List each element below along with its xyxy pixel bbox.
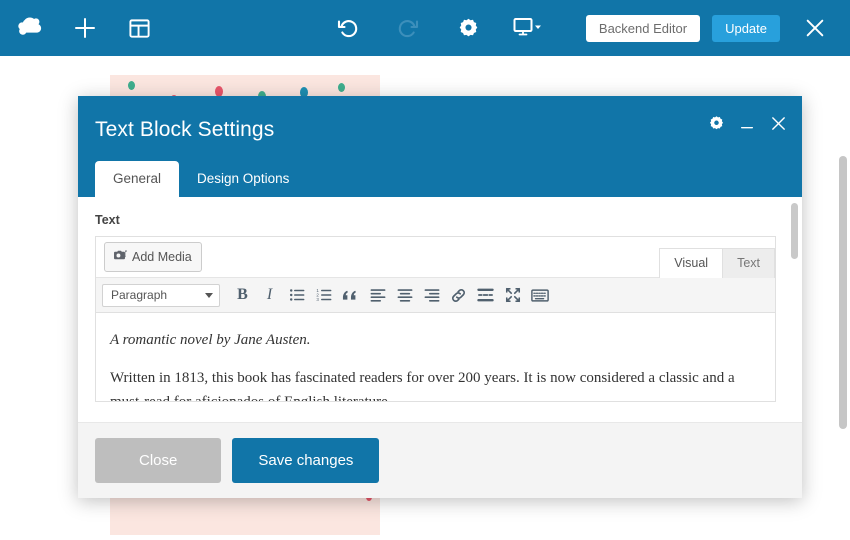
read-more-icon[interactable] <box>473 283 498 307</box>
gear-icon[interactable] <box>451 11 485 45</box>
close-button[interactable]: Close <box>95 438 222 483</box>
add-media-label: Add Media <box>132 249 192 264</box>
tab-general[interactable]: General <box>95 160 180 197</box>
redo-arrow-icon[interactable] <box>391 11 425 45</box>
format-toolbar: Paragraph B I 1 2 3 <box>96 278 775 313</box>
align-left-icon[interactable] <box>365 283 390 307</box>
modal-body: Text Add Media Visual Text Paragraph B I… <box>78 197 802 422</box>
svg-text:3: 3 <box>316 297 319 302</box>
undo-arrow-icon[interactable] <box>331 11 365 45</box>
minimize-dash-icon[interactable] <box>737 112 757 134</box>
tab-visual[interactable]: Visual <box>659 247 724 278</box>
screen-root: Backend Editor Update Text Block Setting… <box>0 0 850 540</box>
media-camera-note-icon <box>112 248 127 266</box>
editor-top-bar: Add Media Visual Text <box>96 237 775 278</box>
wp-editor: Add Media Visual Text Paragraph B I 1 2 … <box>95 236 776 402</box>
fullscreen-icon[interactable] <box>500 283 525 307</box>
confetti-dot <box>128 81 135 90</box>
tab-text[interactable]: Text <box>722 247 775 278</box>
close-x-icon[interactable] <box>768 112 788 134</box>
numbered-list-icon[interactable]: 1 2 3 <box>311 283 336 307</box>
modal-footer: Close Save changes <box>78 422 802 498</box>
toolbar-right-group: Backend Editor Update <box>585 11 850 45</box>
wpbakery-cloud-logo-icon[interactable] <box>14 11 48 45</box>
frontend-editor-toolbar: Backend Editor Update <box>0 0 850 56</box>
text-block-settings-modal: Text Block Settings General Design Optio… <box>78 96 802 498</box>
add-media-button[interactable]: Add Media <box>104 242 202 272</box>
confetti-dot <box>338 83 345 92</box>
modal-header: Text Block Settings General Design Optio… <box>78 96 802 197</box>
bulleted-list-icon[interactable] <box>284 283 309 307</box>
toolbar-center-group <box>331 11 545 45</box>
insert-link-icon[interactable] <box>446 283 471 307</box>
modal-header-actions <box>706 112 788 134</box>
editor-content-area[interactable]: A romantic novel by Jane Austen. Written… <box>96 313 775 401</box>
paragraph-format-value: Paragraph <box>111 288 168 302</box>
backend-editor-button[interactable]: Backend Editor <box>585 14 701 42</box>
italic-icon[interactable]: I <box>257 283 282 307</box>
monitor-icon[interactable] <box>511 11 545 45</box>
save-changes-button[interactable]: Save changes <box>232 438 380 483</box>
modal-tabs: General Design Options <box>95 160 307 198</box>
layout-grid-icon[interactable] <box>122 11 156 45</box>
chevron-down-icon <box>535 25 541 29</box>
modal-title: Text Block Settings <box>95 118 275 141</box>
toolbar-left-group <box>0 11 156 45</box>
plus-icon[interactable] <box>68 11 102 45</box>
page-scrollbar-track[interactable] <box>836 56 850 540</box>
chevron-down-icon <box>205 292 213 298</box>
paragraph-format-select[interactable]: Paragraph <box>102 283 220 307</box>
bold-icon[interactable]: B <box>230 283 255 307</box>
gear-icon[interactable] <box>706 112 726 134</box>
toolbar-toggle-icon[interactable] <box>527 283 552 307</box>
editor-paragraph-2: Written in 1813, this book has fascinate… <box>110 370 735 401</box>
editor-view-tabs: Visual Text <box>659 247 775 278</box>
modal-body-scrollbar-thumb[interactable] <box>791 203 798 259</box>
align-center-icon[interactable] <box>392 283 417 307</box>
close-x-icon[interactable] <box>798 11 832 45</box>
tab-design-options[interactable]: Design Options <box>179 161 307 198</box>
text-field-label: Text <box>95 213 120 227</box>
blockquote-icon[interactable] <box>338 283 363 307</box>
align-right-icon[interactable] <box>419 283 444 307</box>
editor-paragraph-1: A romantic novel by Jane Austen. <box>110 332 311 348</box>
update-button[interactable]: Update <box>712 14 780 42</box>
page-scrollbar-thumb[interactable] <box>839 156 847 429</box>
